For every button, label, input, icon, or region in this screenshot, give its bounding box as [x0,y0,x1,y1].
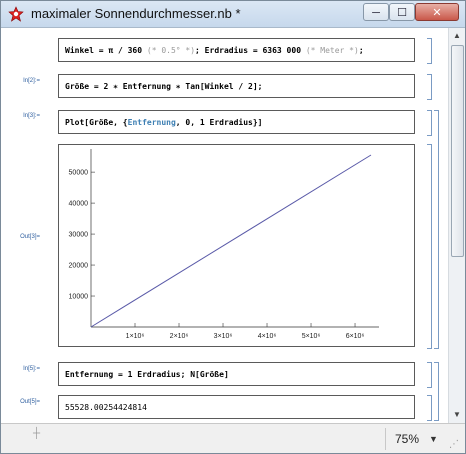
mathematica-icon [8,6,24,22]
code-plot: Plot[Größe, { [65,118,128,127]
x-tick-label: 1×10⁶ [126,333,145,340]
zoom-dropdown-arrow-icon[interactable]: ▼ [429,434,438,444]
group-bracket[interactable] [434,362,439,421]
plot-graphic[interactable]: 1×10⁶ 2×10⁶ 3×10⁶ 4×10⁶ 5×10⁶ 6×10⁶ 10000 20000… [59,145,414,346]
maximize-button[interactable]: ☐ [389,3,415,21]
cell-bracket[interactable] [427,38,432,64]
resize-grip-icon[interactable]: ⋰ [449,439,459,450]
cell-insertion-icon[interactable]: ┼ [33,428,40,439]
cell-1-code: Winkel = π / 360 (* 0.5° *); Erdradius =… [65,46,364,55]
comment-degree: (* 0.5° *) [142,46,196,55]
x-tick-label: 4×10⁶ [258,333,277,340]
y-tick-label: 40000 [69,201,89,208]
code-semicolon: ; [358,46,364,55]
scroll-down-arrow-icon[interactable]: ▼ [449,407,465,423]
cell-bracket[interactable] [427,144,432,349]
status-bar: ┼ 75% ▼ [1,423,465,453]
group-bracket[interactable] [434,110,439,349]
in-label-3: In[3]:= [23,113,40,119]
output-plot-cell[interactable]: 1×10⁶ 2×10⁶ 3×10⁶ 4×10⁶ 5×10⁶ 6×10⁶ 10000 20000… [58,144,415,347]
scroll-up-arrow-icon[interactable]: ▲ [449,28,465,44]
code-erdradius: ; Erdradius = 6363 000 [195,46,302,55]
zoom-level[interactable]: 75% [395,432,419,446]
cell-bracket[interactable] [427,110,432,136]
notebook-window: maximaler Sonnendurchmesser.nb * ─ ☐ ✕ W… [0,0,466,454]
code-range: , 0, 1 Erdradius}] [175,118,263,127]
cell-bracket[interactable] [427,362,432,388]
input-cell-2[interactable]: Größe = 2 ∗ Entfernung ∗ Tan[Winkel / 2]… [58,74,415,98]
cell-5-code: Entfernung = 1 Erdradius; N[Größe] [65,370,229,379]
output-value: 55528.00254424814 [65,403,147,412]
series-line [90,154,372,328]
minimize-button[interactable]: ─ [363,3,389,21]
output-cell-5[interactable]: 55528.00254424814 [58,395,415,419]
y-tick-label: 50000 [69,170,89,177]
y-tick-label: 30000 [69,232,89,239]
title-bar[interactable]: maximaler Sonnendurchmesser.nb * ─ ☐ ✕ [1,1,465,28]
vertical-scrollbar[interactable]: ▲ ▼ [448,28,465,423]
x-tick-label: 3×10⁶ [214,333,233,340]
close-button[interactable]: ✕ [415,3,459,21]
code-entfernung-var: Entfernung [127,118,176,127]
comment-meter: (* Meter *) [301,46,359,55]
cell-bracket[interactable] [427,74,432,100]
x-tick-label: 5×10⁶ [302,333,321,340]
scrollbar-thumb[interactable] [451,45,464,257]
input-cell-5[interactable]: Entfernung = 1 Erdradius; N[Größe] [58,362,415,386]
cell-2-code: Größe = 2 ∗ Entfernung ∗ Tan[Winkel / 2]… [65,82,263,91]
code-winkel: Winkel = π / 360 [65,46,143,55]
input-cell-3[interactable]: Plot[Größe, {Entfernung, 0, 1 Erdradius}… [58,110,415,134]
window-title: maximaler Sonnendurchmesser.nb * [31,6,241,21]
cell-3-code: Plot[Größe, {Entfernung, 0, 1 Erdradius}… [65,118,263,127]
in-label-5: In[5]:= [23,366,40,372]
input-cell-1[interactable]: Winkel = π / 360 (* 0.5° *); Erdradius =… [58,38,415,62]
cell-bracket[interactable] [427,395,432,421]
x-tick-label: 2×10⁶ [170,333,189,340]
out-label-3: Out[3]= [20,234,40,240]
status-divider [385,428,386,450]
out-label-5: Out[5]= [20,399,40,405]
in-label-2: In[2]:= [23,78,40,84]
y-tick-label: 10000 [69,294,89,301]
y-tick-label: 20000 [69,263,89,270]
x-tick-label: 6×10⁶ [346,333,365,340]
